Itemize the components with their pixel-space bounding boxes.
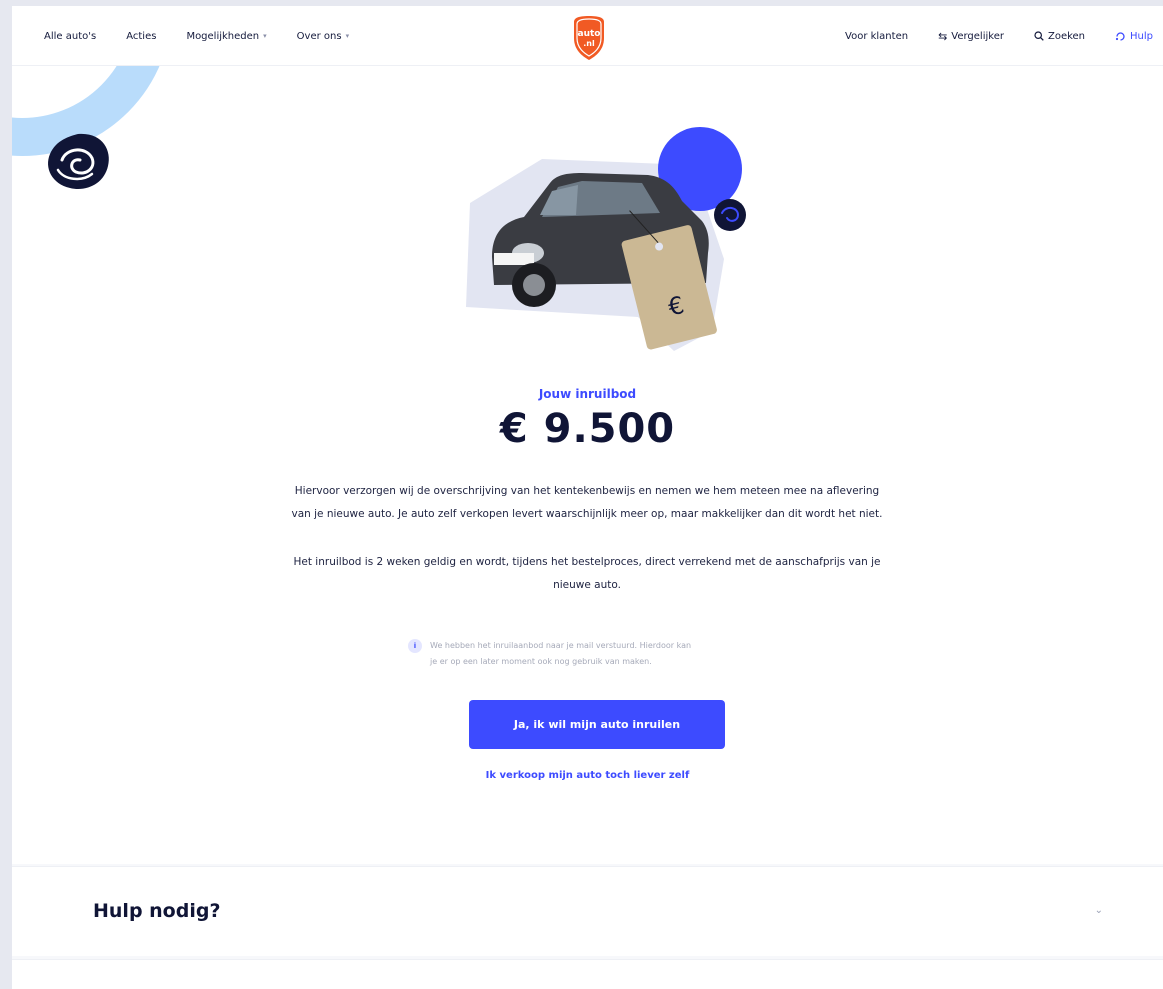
nav-help-label: Hulp [1130,30,1153,42]
auto-nl-logo[interactable]: auto .nl [570,16,608,60]
nav-left: Alle auto's Acties Mogelijkheden ▾ Over o… [44,6,379,66]
nav-possibilities[interactable]: Mogelijkheden ▾ [186,31,266,42]
nav-promotions-label: Acties [126,30,157,42]
offer-label: Jouw inruilbod [538,387,637,401]
chevron-down-icon: ▾ [345,32,350,40]
nav-possibilities-label: Mogelijkheden [186,30,260,42]
offer-amount: € 9.500 [499,406,676,452]
nav-all-cars-label: Alle auto's [44,30,97,42]
nav-compare-label: Vergelijker [951,30,1004,42]
info-note-text: We hebben het inruilaanbod naar je mail … [430,638,691,670]
nav-for-customers[interactable]: Voor klanten [845,31,908,42]
chevron-down-icon: ⌄ [1094,905,1103,916]
svg-text:auto: auto [578,29,601,39]
swap-arrows-icon: ⇆ [938,29,948,43]
top-navigation: Alle auto's Acties Mogelijkheden ▾ Over o… [12,6,1163,66]
faq-help-row[interactable]: Hulp nodig? ⌄ [12,866,1163,956]
offer-validity: Het inruilbod is 2 weken geldig en wordt… [237,551,937,597]
svg-text:.nl: .nl [583,39,595,48]
offer-validity-line: Het inruilbod is 2 weken geldig en wordt… [293,556,881,568]
info-note-line: je er op een later moment ook nog gebrui… [430,657,652,666]
nav-help[interactable]: Hulp [1115,31,1153,42]
page: Alle auto's Acties Mogelijkheden ▾ Over o… [12,6,1163,989]
nav-promotions[interactable]: Acties [126,31,156,42]
faq-title: Hulp nodig? [93,900,221,922]
nav-about-us[interactable]: Over ons ▾ [297,31,349,42]
offer-description-line: Hiervoor verzorgen wij de overschrijving… [294,485,880,497]
info-note: i We hebben het inruilaanbod naar je mai… [408,638,788,670]
offer-description-line: van je nieuwe auto. Je auto zelf verkope… [291,508,883,520]
faq-next-row[interactable] [12,959,1163,989]
search-icon [1034,31,1044,41]
nav-all-cars[interactable]: Alle auto's [44,31,96,42]
nav-search[interactable]: Zoeken [1034,31,1085,42]
nav-right: Voor klanten ⇆ Vergelijker Zoeken Hulp [815,6,1153,66]
help-icon [1115,31,1125,41]
nav-for-customers-label: Voor klanten [845,30,909,42]
nav-about-us-label: Over ons [296,30,342,42]
offer-validity-line: nieuwe auto. [553,579,621,591]
offer-description: Hiervoor verzorgen wij de overschrijving… [237,480,937,526]
nav-search-label: Zoeken [1047,30,1086,42]
info-icon: i [408,639,422,653]
chevron-down-icon: ▾ [263,32,267,40]
car-trade-in-illustration: € [466,127,746,351]
accept-trade-in-button[interactable]: Ja, ik wil mijn auto inruilen [469,700,725,749]
decorative-scribble-icon [48,133,109,190]
sell-myself-link[interactable]: Ik verkoop mijn auto toch liever zelf [12,770,1163,781]
faq-section: Hulp nodig? ⌄ [12,864,1163,989]
info-note-line: We hebben het inruilaanbod naar je mail … [430,641,692,650]
nav-compare[interactable]: ⇆ Vergelijker [938,31,1004,42]
